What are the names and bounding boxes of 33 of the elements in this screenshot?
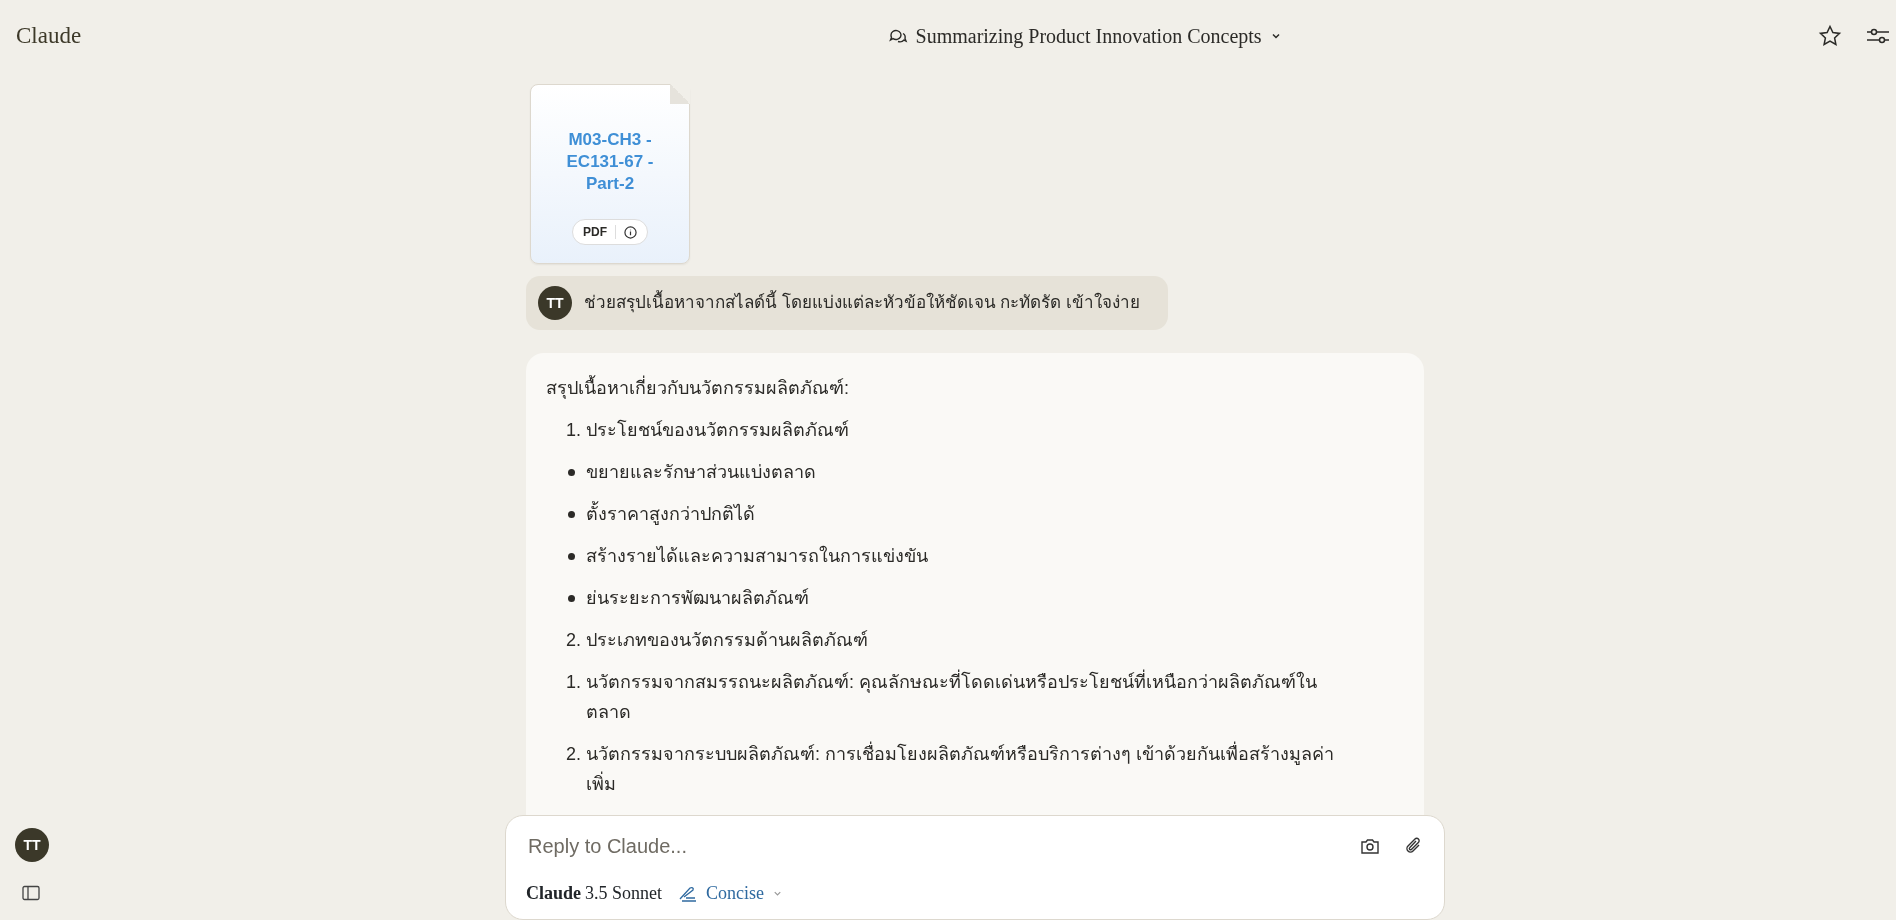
- list-item-text: ขยายและรักษาส่วนแบ่งตลาด: [586, 461, 816, 484]
- list-item-text: ประเภทของนวัตกรรมด้านผลิตภัณฑ์: [586, 629, 868, 652]
- list-item-text: ประโยชน์ของนวัตกรรมผลิตภัณฑ์: [586, 418, 849, 442]
- star-icon[interactable]: [1818, 24, 1842, 48]
- list-item-text: ย่นระยะการพัฒนาผลิตภัณฑ์: [586, 587, 809, 610]
- user-avatar[interactable]: TT: [15, 828, 49, 862]
- list-item-text: นวัตกรรมจากระบบผลิตภัณฑ์: การเชื่อมโยงผลิตภัณฑ์หรือบริการต่างๆ เข้าด้วยกันเพื่อสร้างมูลค่า เพิ่ม: [586, 739, 1366, 799]
- response-intro: สรุปเนื้อหาเกี่ยวกับนวัตกรรมผลิตภัณฑ์:: [546, 373, 1404, 403]
- reply-input[interactable]: Reply to Claude...: [526, 830, 1226, 862]
- bullet-icon: [568, 469, 575, 476]
- model-selector[interactable]: Claude 3.5 Sonnet: [526, 880, 663, 907]
- user-avatar: TT: [538, 286, 572, 320]
- list-number: 1.: [566, 671, 582, 694]
- info-icon[interactable]: [624, 225, 637, 239]
- list-number: 2.: [566, 743, 582, 766]
- bullet-icon: [568, 595, 575, 602]
- list-item-text: ตั้งราคาสูงกว่าปกติได้: [586, 499, 755, 529]
- conversation-title[interactable]: Summarizing Product Innovation Concepts: [887, 21, 1282, 51]
- file-type-label: PDF: [583, 224, 607, 241]
- file-attachment-card[interactable]: M03-CH3 - EC131-67 - Part-2 PDF: [530, 84, 690, 264]
- list-item-text: นวัตกรรมจากสมรรถนะผลิตภัณฑ์: คุณลักษณะที่โดดเด่นหรือประโยชน์ที่เหนือกว่าผลิตภัณฑ์ใน ตลาด: [586, 667, 1366, 727]
- list-number: 1.: [566, 419, 582, 442]
- user-message-text: ช่วยสรุปเนื้อหาจากสไลด์นี้ โดยแบ่งแต่ละหัวข้อให้ชัดเจน กะทัดรัด เข้าใจง่าย: [584, 290, 1141, 316]
- logo[interactable]: Claude: [16, 18, 82, 54]
- camera-icon[interactable]: [1360, 837, 1380, 855]
- sidebar-toggle-icon[interactable]: [22, 885, 40, 901]
- quill-icon: [678, 884, 699, 903]
- list-number: 2.: [566, 629, 582, 652]
- bullet-icon: [568, 511, 575, 518]
- bullet-icon: [568, 553, 575, 560]
- file-name: M03-CH3 - EC131-67 - Part-2: [565, 129, 655, 195]
- style-selector[interactable]: Concise: [678, 880, 784, 907]
- list-item-text: สร้างรายได้และความสามารถในการแข่งขัน: [586, 544, 928, 568]
